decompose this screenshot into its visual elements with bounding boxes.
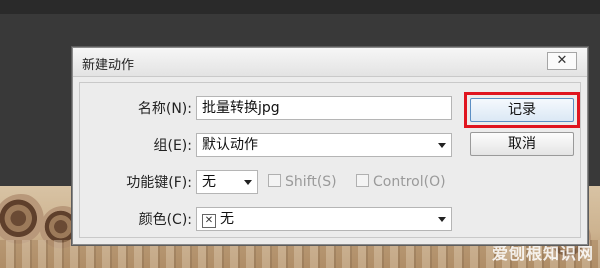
name-input[interactable]: 批量转换jpg <box>196 96 452 120</box>
control-checkbox-label: Control(O) <box>373 174 446 190</box>
new-action-dialog: 新建动作 ✕ 名称(N): 批量转换jpg 组(E): 默认动作 功能键(F):… <box>72 47 588 245</box>
no-color-x-icon: ✕ <box>202 214 216 228</box>
name-label: 名称(N): <box>137 101 192 117</box>
workspace-top-strip <box>0 0 600 14</box>
dialog-titlebar[interactable]: 新建动作 ✕ <box>73 48 587 77</box>
shift-checkbox-box <box>268 174 281 187</box>
cancel-button[interactable]: 取消 <box>470 132 574 156</box>
record-button-highlight <box>464 92 580 128</box>
chevron-down-icon <box>244 180 252 185</box>
shift-checkbox-label: Shift(S) <box>285 174 337 190</box>
control-checkbox-box <box>356 174 369 187</box>
group-select[interactable]: 默认动作 <box>196 133 452 157</box>
group-select-value: 默认动作 <box>202 137 258 153</box>
close-button[interactable]: ✕ <box>547 52 577 70</box>
function-key-value: 无 <box>202 174 216 190</box>
shift-checkbox[interactable]: Shift(S) <box>268 173 337 191</box>
dialog-title: 新建动作 <box>82 58 135 73</box>
control-checkbox[interactable]: Control(O) <box>356 173 446 191</box>
function-key-label: 功能键(F): <box>126 175 192 191</box>
color-select-value: 无 <box>220 211 234 227</box>
group-label: 组(E): <box>153 138 193 154</box>
color-select[interactable]: ✕ 无 <box>196 207 452 231</box>
function-key-select[interactable]: 无 <box>196 170 258 194</box>
chevron-down-icon <box>438 217 446 222</box>
close-icon: ✕ <box>556 53 568 68</box>
chevron-down-icon <box>438 143 446 148</box>
color-label: 颜色(C): <box>138 212 192 228</box>
